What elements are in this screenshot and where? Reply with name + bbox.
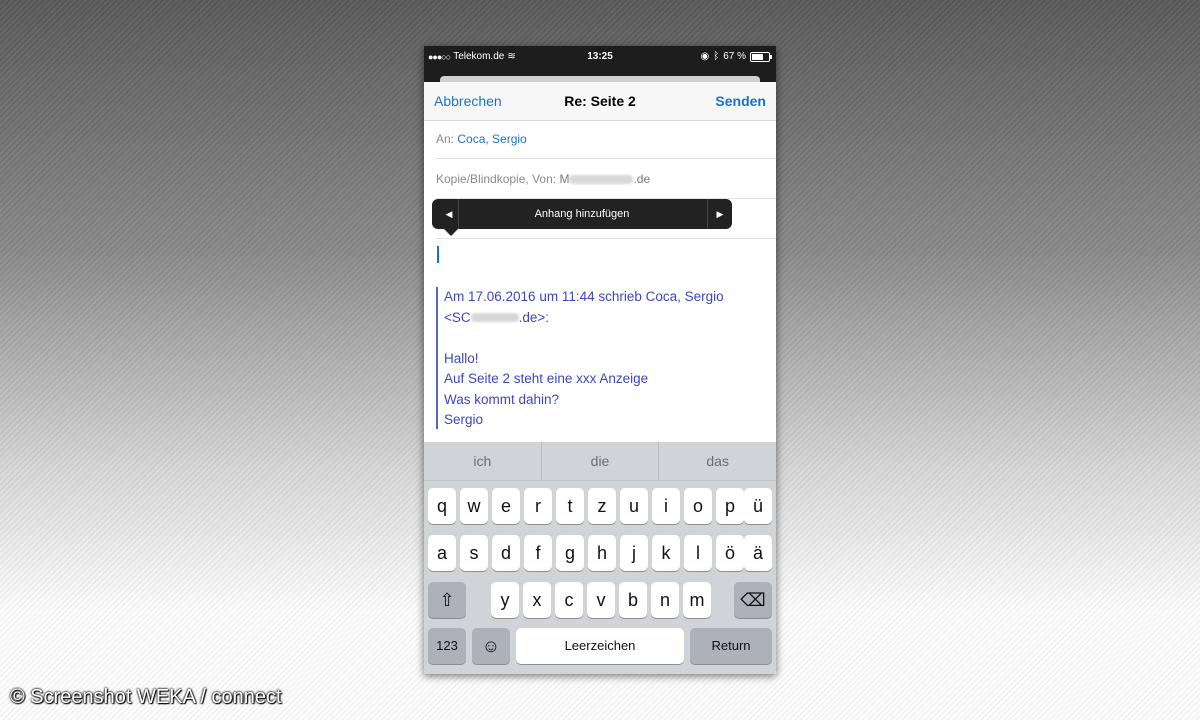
key-row-1: q w e r t z u i o p ü (424, 488, 776, 524)
return-key[interactable]: Return (690, 628, 772, 664)
suggestion-item[interactable]: die (542, 442, 660, 480)
phone-screen: ●●●○○ Telekom.de ≋ 13:25 ◉ ᛒ 67 % Abbrec… (424, 46, 776, 674)
numbers-key[interactable]: 123 (428, 628, 466, 664)
key[interactable]: s (460, 535, 488, 571)
cc-bcc-from-field[interactable]: Kopie/Blindkopie, Von: M .de (436, 160, 776, 199)
key[interactable]: w (460, 488, 488, 524)
emoji-key-icon[interactable]: ☺ (472, 628, 510, 664)
key-row-3: ⇧ y x c v b n m ⌫ (424, 582, 776, 618)
key[interactable]: p (716, 488, 744, 524)
from-address: M .de (559, 172, 650, 186)
battery-icon (750, 51, 772, 62)
key[interactable]: ü (744, 488, 772, 524)
key[interactable]: d (492, 535, 520, 571)
copyright-watermark: © Screenshot WEKA / connect (10, 686, 282, 708)
popover-tail (444, 229, 458, 236)
compose-nav-bar: Abbrechen Re: Seite 2 Senden (424, 82, 776, 121)
quote-blank-line (444, 328, 774, 349)
delete-key-icon[interactable]: ⌫ (734, 582, 772, 618)
bluetooth-icon: ᛒ (713, 51, 720, 62)
key[interactable]: k (652, 535, 680, 571)
quote-email-line: <SC .de>: (444, 308, 774, 329)
battery-fill (752, 53, 763, 60)
quoted-message[interactable]: Am 17.06.2016 um 11:44 schrieb Coca, Ser… (436, 287, 774, 429)
key[interactable]: t (556, 488, 584, 524)
suggestion-item[interactable]: das (659, 442, 776, 480)
from-address-suffix: .de (633, 172, 651, 186)
key[interactable]: q (428, 488, 456, 524)
key[interactable]: a (428, 535, 456, 571)
key[interactable]: b (619, 582, 647, 618)
space-key[interactable]: Leerzeichen (516, 628, 684, 664)
key[interactable]: y (491, 582, 519, 618)
key[interactable]: o (684, 488, 712, 524)
to-label: An: (436, 132, 455, 146)
quote-header-line: Am 17.06.2016 um 11:44 schrieb Coca, Ser… (444, 289, 724, 304)
quote-body-line: Was kommt dahin? (444, 391, 560, 407)
key[interactable]: l (684, 535, 712, 571)
key[interactable]: i (652, 488, 680, 524)
key[interactable]: m (683, 582, 711, 618)
key[interactable]: h (588, 535, 616, 571)
key[interactable]: g (556, 535, 584, 571)
quote-body-line: Sergio (444, 412, 484, 427)
edit-menu-popover: ◀ Anhang hinzufügen ▶ (432, 199, 732, 236)
key[interactable]: c (555, 582, 583, 618)
add-attachment-menu-item[interactable]: Anhang hinzufügen (432, 208, 732, 220)
from-address-prefix: M (559, 172, 570, 186)
battery-percent: 67 % (723, 51, 746, 62)
key-row-4: 123 ☺ Leerzeichen Return (424, 628, 776, 664)
send-button[interactable]: Senden (715, 93, 766, 109)
key[interactable]: z (588, 488, 616, 524)
quote-email-prefix: <SC (444, 309, 471, 325)
location-icon: ◉ (700, 51, 710, 62)
key[interactable]: u (620, 488, 648, 524)
key[interactable]: e (492, 488, 520, 524)
quote-body-line: Hallo! (444, 350, 479, 366)
key[interactable]: ä (744, 535, 772, 571)
quicktype-bar: ich die das (424, 442, 776, 481)
key[interactable]: n (651, 582, 679, 618)
quote-body-line: Auf Seite 2 steht eine xxx Anzeige (444, 371, 649, 386)
recipient-token[interactable]: Coca, Sergio (457, 132, 526, 146)
redacted-text (470, 313, 519, 323)
shift-key-icon[interactable]: ⇧ (428, 582, 466, 618)
text-cursor (437, 246, 439, 263)
key-row-2: a s d f g h j k l ö ä (424, 535, 776, 571)
to-field[interactable]: An: Coca, Sergio (436, 120, 776, 159)
key[interactable]: x (523, 582, 551, 618)
suggestion-item[interactable]: ich (424, 442, 542, 480)
sheet-background (424, 68, 776, 82)
quote-email-suffix: .de>: (518, 309, 550, 325)
cc-bcc-from-label: Kopie/Blindkopie, Von: (436, 172, 557, 186)
redacted-text (569, 175, 634, 185)
key[interactable]: ö (716, 535, 744, 571)
status-bar: ●●●○○ Telekom.de ≋ 13:25 ◉ ᛒ 67 % (424, 46, 776, 68)
key[interactable]: f (524, 535, 552, 571)
key[interactable]: v (587, 582, 615, 618)
key[interactable]: r (524, 488, 552, 524)
keyboard: ich die das q w e r t z u i o p ü a s d … (424, 442, 776, 674)
next-menu-arrow-icon[interactable]: ▶ (707, 199, 732, 229)
key[interactable]: j (620, 535, 648, 571)
